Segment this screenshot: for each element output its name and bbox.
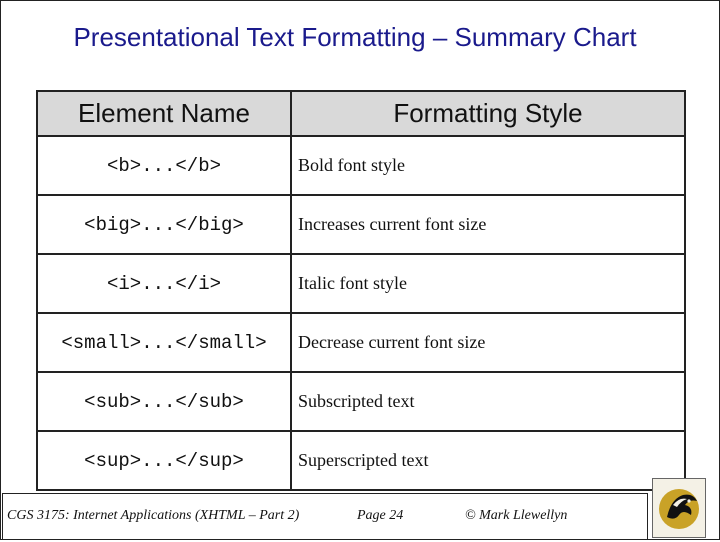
element-cell: <small>...</small> [36,313,292,373]
slide-footer: CGS 3175: Internet Applications (XHTML –… [2,493,648,540]
table-row: <b>...</b> Bold font style [36,136,686,196]
table-row: <big>...</big> Increases current font si… [36,195,686,255]
footer-page-number: Page 24 [357,508,404,523]
summary-table: Element Name Formatting Style <b>...</b>… [36,90,686,491]
style-cell: Superscripted text [291,431,686,491]
element-cell: <sup>...</sup> [36,431,292,491]
table-row: <sup>...</sup> Superscripted text [36,431,686,491]
footer-course: CGS 3175: Internet Applications (XHTML –… [7,508,300,523]
header-formatting-style: Formatting Style [291,90,686,137]
element-cell: <sub>...</sub> [36,372,292,432]
pegasus-logo-graphic [659,489,699,529]
ucf-pegasus-logo-icon [652,478,706,538]
style-cell: Decrease current font size [291,313,686,373]
footer-author: © Mark Llewellyn [465,508,568,523]
element-cell: <big>...</big> [36,195,292,255]
table-row: <i>...</i> Italic font style [36,254,686,314]
slide-title: Presentational Text Formatting – Summary… [73,22,637,52]
style-cell: Italic font style [291,254,686,314]
style-cell: Bold font style [291,136,686,196]
table-row: <sub>...</sub> Subscripted text [36,372,686,432]
style-cell: Increases current font size [291,195,686,255]
header-element-name: Element Name [36,90,292,137]
element-cell: <i>...</i> [36,254,292,314]
table-header-row: Element Name Formatting Style [36,90,686,137]
style-cell: Subscripted text [291,372,686,432]
table-row: <small>...</small> Decrease current font… [36,313,686,373]
element-cell: <b>...</b> [36,136,292,196]
